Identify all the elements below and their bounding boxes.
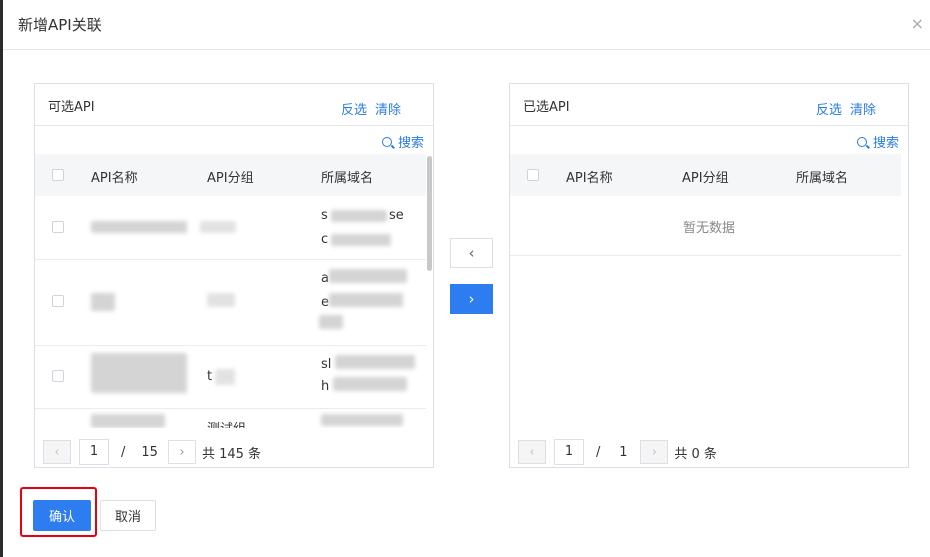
available-table-body: s se c a e t sl h	[35, 196, 426, 428]
selected-api-panel: 已选API 反选 清除 搜索 API名称 API分组 所属域名 暂无数据 ‹ 1 …	[509, 83, 909, 468]
row-checkbox[interactable]	[52, 370, 64, 382]
redacted-domain	[319, 315, 343, 329]
redacted-api-name	[91, 414, 165, 428]
page-number-input[interactable]: 1	[554, 439, 584, 465]
selected-clear-button[interactable]: 清除	[850, 103, 876, 118]
domain-text: h	[321, 379, 330, 394]
page-number-input[interactable]: 1	[79, 439, 109, 465]
column-header-api-group: API分组	[682, 171, 729, 186]
confirm-button[interactable]: 确认	[33, 500, 91, 531]
available-invert-button[interactable]: 反选	[341, 103, 367, 118]
empty-state-text: 暂无数据	[682, 221, 735, 236]
table-scrollbar[interactable]	[427, 156, 432, 271]
domain-text: e	[321, 295, 329, 310]
dialog-header: 新增API关联 ×	[3, 0, 930, 50]
redacted-api-name	[91, 293, 115, 311]
select-all-checkbox[interactable]	[527, 169, 539, 181]
total-count: 共 145 条	[201, 446, 262, 462]
redacted-domain	[331, 234, 391, 246]
redacted-domain	[329, 269, 407, 283]
redacted-domain	[331, 210, 387, 222]
redacted-domain	[329, 293, 403, 307]
selected-table-header: API名称 API分组 所属域名	[510, 154, 901, 196]
close-icon[interactable]: ×	[911, 14, 924, 34]
selected-invert-button[interactable]: 反选	[816, 103, 842, 118]
available-panel-actions: 反选 清除	[333, 99, 401, 118]
next-page-button[interactable]: ›	[640, 440, 669, 464]
selected-panel-actions: 反选 清除	[808, 99, 876, 118]
column-header-domain: 所属域名	[321, 171, 374, 186]
api-group-text: t	[207, 369, 213, 384]
selected-search-row: 搜索	[510, 125, 908, 155]
available-search-label: 搜索	[397, 136, 424, 151]
redacted-api-name	[91, 221, 187, 233]
dialog-title: 新增API关联	[18, 16, 102, 34]
domain-text: a	[321, 271, 329, 286]
column-header-domain: 所属域名	[796, 171, 849, 186]
available-search-row: 搜索	[35, 125, 433, 155]
redacted-api-group	[207, 293, 235, 307]
selected-panel-title: 已选API	[523, 100, 570, 115]
select-all-checkbox[interactable]	[52, 169, 64, 181]
search-icon	[381, 136, 392, 147]
table-row[interactable]: s se c	[35, 196, 426, 260]
prev-page-button[interactable]: ‹	[518, 440, 546, 464]
api-group-text: 测试组	[207, 418, 246, 428]
redacted-domain	[321, 414, 403, 426]
prev-page-button[interactable]: ‹	[43, 440, 71, 464]
table-row[interactable]: a e	[35, 259, 426, 346]
column-header-api-name: API名称	[566, 171, 613, 186]
available-clear-button[interactable]: 清除	[375, 103, 401, 118]
redacted-api-group	[215, 369, 235, 385]
search-icon	[856, 136, 867, 147]
table-row[interactable]: 测试组	[35, 408, 426, 428]
available-api-panel: 可选API 反选 清除 搜索 API名称 API分组 所属域名 s se c a…	[34, 83, 434, 468]
domain-text: c	[321, 232, 329, 247]
next-page-button[interactable]: ›	[167, 440, 196, 464]
available-search-button[interactable]: 搜索	[381, 132, 424, 151]
divider	[510, 255, 901, 256]
domain-text: sl	[321, 357, 332, 372]
selected-pager: ‹ 1 / 1 › 共 0 条	[518, 439, 717, 465]
column-header-api-group: API分组	[207, 171, 254, 186]
available-panel-title: 可选API	[48, 100, 95, 115]
domain-text: s	[321, 208, 328, 223]
available-pager: ‹ 1 / 15 › 共 145 条	[43, 439, 261, 465]
move-left-button[interactable]: ‹	[450, 238, 493, 268]
row-checkbox[interactable]	[52, 295, 64, 307]
background-window-edge	[0, 0, 3, 557]
page-separator: /	[596, 444, 601, 460]
total-pages: 1	[619, 444, 628, 460]
row-checkbox[interactable]	[52, 221, 64, 233]
table-row[interactable]: t sl h	[35, 345, 426, 409]
cancel-button[interactable]: 取消	[100, 500, 156, 531]
redacted-api-group	[200, 221, 236, 233]
column-header-api-name: API名称	[91, 171, 138, 186]
total-count: 共 0 条	[674, 446, 717, 462]
selected-search-label: 搜索	[872, 136, 899, 151]
redacted-api-name	[91, 353, 187, 393]
domain-text: se	[389, 208, 404, 223]
available-table-header: API名称 API分组 所属域名	[35, 154, 426, 196]
selected-search-button[interactable]: 搜索	[856, 132, 899, 151]
redacted-domain	[333, 377, 407, 391]
move-right-button[interactable]: ›	[450, 284, 493, 314]
total-pages: 15	[141, 444, 158, 460]
page-separator: /	[121, 444, 126, 460]
redacted-domain	[335, 355, 415, 369]
